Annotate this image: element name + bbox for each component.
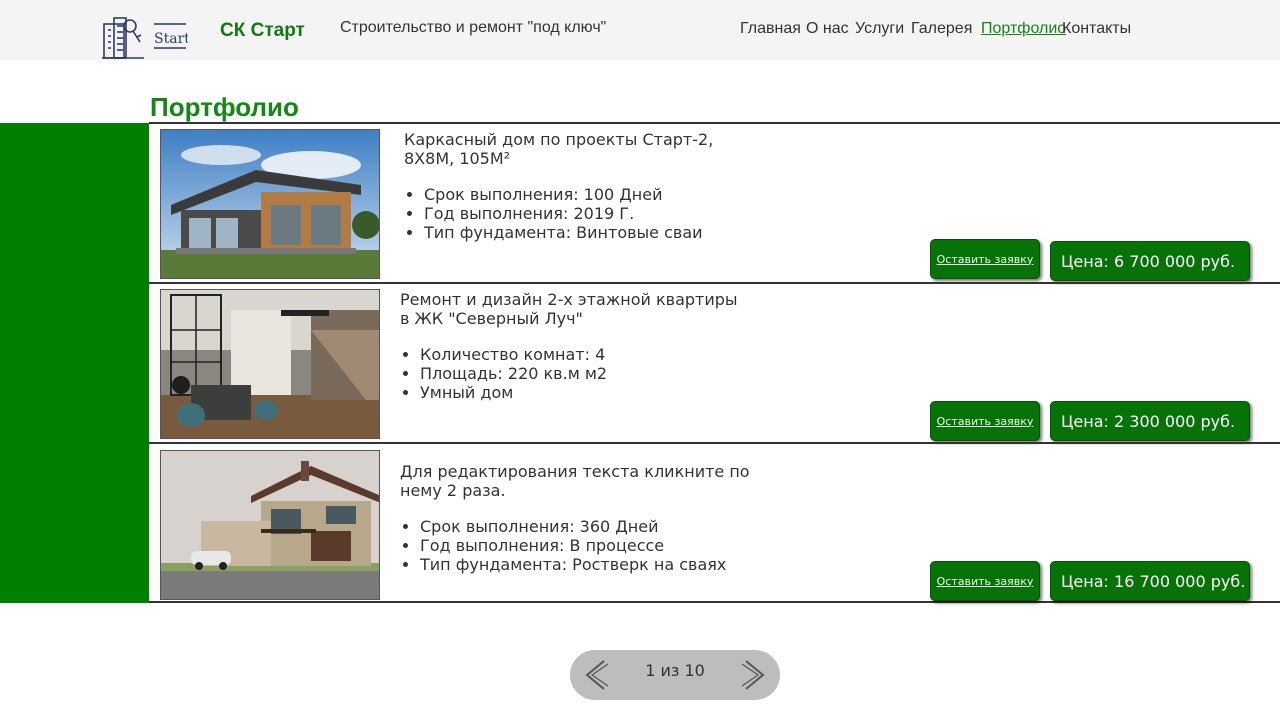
request-button[interactable]: Оставить заявку <box>930 561 1040 601</box>
project-detail: Количество комнат: 4 <box>420 345 750 364</box>
project-detail: Срок выполнения: 100 Дней <box>424 185 754 204</box>
nav-contacts[interactable]: Контакты <box>1062 20 1131 38</box>
project-description: Каркасный дом по проекты Старт-2, 8Х8М, … <box>404 130 754 242</box>
site-header: Start СК Старт Строительство и ремонт "п… <box>0 0 1280 60</box>
project-detail: Тип фундамента: Винтовые сваи <box>424 223 754 242</box>
project-details: Срок выполнения: 360 Дней Год выполнения… <box>400 517 750 574</box>
project-title: Для редактирования текста кликните по не… <box>400 462 750 500</box>
price-button[interactable]: Цена: 16 700 000 руб. <box>1050 561 1250 601</box>
chevron-right-icon[interactable] <box>741 660 766 690</box>
project-description: Ремонт и дизайн 2-х этажной квартиры в Ж… <box>400 290 750 402</box>
company-logo[interactable]: Start <box>100 14 190 60</box>
project-detail: Год выполнения: 2019 Г. <box>424 204 754 223</box>
request-button[interactable]: Оставить заявку <box>930 401 1040 441</box>
project-detail: Срок выполнения: 360 Дней <box>420 517 750 536</box>
page-title: Портфолио <box>150 92 299 122</box>
nav-about[interactable]: О нас <box>806 20 849 38</box>
side-accent-bar <box>0 123 149 603</box>
price-button[interactable]: Цена: 2 300 000 руб. <box>1050 401 1250 441</box>
project-detail: Площадь: 220 кв.м м2 <box>420 364 750 383</box>
nav-home[interactable]: Главная <box>740 20 801 38</box>
nav-portfolio[interactable]: Портфолио <box>981 20 1066 38</box>
nav-gallery[interactable]: Галерея <box>911 20 972 38</box>
project-title: Каркасный дом по проекты Старт-2, 8Х8М, … <box>404 130 714 168</box>
project-photo[interactable] <box>160 450 380 600</box>
project-detail: Умный дом <box>420 383 750 402</box>
project-title: Ремонт и дизайн 2-х этажной квартиры в Ж… <box>400 290 738 328</box>
project-details: Количество комнат: 4 Площадь: 220 кв.м м… <box>400 345 750 402</box>
logo-text: Start <box>154 31 188 47</box>
site-tagline: Строительство и ремонт "под ключ" <box>340 19 607 36</box>
portfolio-item: Для редактирования текста кликните по не… <box>149 442 1280 603</box>
project-detail: Год выполнения: В процессе <box>420 536 750 555</box>
project-photo[interactable] <box>160 289 380 439</box>
project-photo[interactable] <box>160 129 380 279</box>
portfolio-item: Каркасный дом по проекты Старт-2, 8Х8М, … <box>149 122 1280 282</box>
brand-name[interactable]: СК Старт <box>220 20 305 42</box>
price-button[interactable]: Цена: 6 700 000 руб. <box>1050 241 1250 281</box>
project-detail: Тип фундамента: Ростверк на сваях <box>420 555 750 574</box>
project-description: Для редактирования текста кликните по не… <box>400 462 750 574</box>
nav-services[interactable]: Услуги <box>855 20 904 38</box>
pagination: 1 из 10 <box>570 650 780 700</box>
project-details: Срок выполнения: 100 Дней Год выполнения… <box>404 185 754 242</box>
portfolio-item: Ремонт и дизайн 2-х этажной квартиры в Ж… <box>149 282 1280 442</box>
request-button[interactable]: Оставить заявку <box>930 239 1040 279</box>
